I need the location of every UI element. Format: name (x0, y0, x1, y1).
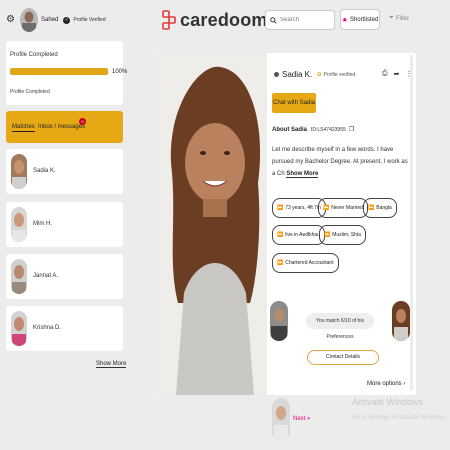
print-icon[interactable]: ⎙ (382, 70, 388, 78)
profile-completion-card: Profile Completed 100% Profile Completed (6, 41, 127, 105)
progress-bar (10, 68, 108, 75)
search-box[interactable] (265, 10, 335, 30)
inbox-badge: 0 (79, 118, 86, 125)
tabs-bar: Matches Inbox / messages 0 (6, 111, 123, 143)
match-preferences: You match 6/10 of his Preferences (270, 301, 416, 343)
forward-icon: ⏩ (368, 205, 375, 211)
avatar (392, 301, 410, 341)
show-more-link[interactable]: Show More (96, 361, 127, 368)
profile-verified-label: Profile verified. (323, 71, 357, 78)
attribute-chip: ⏩ Never Married (318, 198, 368, 218)
activation-watermark-title: Activate Windows (352, 397, 424, 407)
more-options-button[interactable]: More options › (367, 381, 405, 387)
profile-completed-sublabel: Profile Completed (10, 89, 50, 95)
filter-icon: ⏷ (389, 15, 394, 21)
avatar (11, 259, 27, 294)
user-name: Sahed (41, 17, 59, 23)
list-item[interactable]: Jannat A. (6, 254, 123, 299)
tab-matches[interactable]: Matches (12, 124, 35, 132)
attribute-chip: ⏩ Muslim, Shia (319, 225, 366, 245)
share-icon[interactable]: ➦ (394, 70, 400, 78)
forward-icon: ⏩ (277, 232, 284, 238)
profile-photo[interactable] (158, 53, 267, 395)
gear-icon[interactable]: ⚙ (6, 15, 16, 25)
verified-label: Profile Verified (73, 17, 106, 23)
double-chevron-right-icon: » (305, 416, 311, 422)
logo-icon (162, 10, 176, 30)
attribute-chip-label: 73 years, 4ft 7in (285, 205, 321, 211)
next-label: Next (293, 416, 306, 422)
star-icon: ★ (341, 16, 348, 24)
list-item-name: Mim H. (33, 221, 52, 227)
more-options-label: More options (367, 381, 402, 387)
progress-fill (10, 68, 108, 75)
sidebar: ⚙ Sahed ✓ Profile Verified Profile Compl… (0, 0, 130, 450)
search-input[interactable] (280, 17, 330, 23)
shortlisted-label: Shortlisted (349, 16, 379, 23)
chevron-right-icon: › (403, 381, 406, 387)
forward-icon: ⏩ (277, 260, 284, 266)
progress-percent: 100% (112, 69, 128, 75)
list-item-name: Jannat A. (33, 273, 59, 279)
profile-description: Let me describe myself in a few words. I… (272, 144, 410, 180)
brand-name: caredoom (180, 9, 268, 30)
brand-logo[interactable]: caredoom (162, 9, 268, 31)
profile-info: Sadia K. ✪ Profile verified. ⎙ ➦ ⋮ Chat … (267, 53, 416, 395)
tab-inbox[interactable]: Inbox / messages (38, 124, 85, 130)
match-summary: You match 6/10 of his Preferences (306, 313, 374, 340)
online-status-icon (274, 72, 279, 77)
shortlisted-button[interactable]: ★ Shortlisted (340, 9, 380, 30)
search-icon (270, 16, 277, 24)
profile-photo-image (158, 53, 267, 395)
forward-icon: ⏩ (277, 205, 284, 211)
list-item-name: Krishna D. (33, 325, 62, 331)
contact-details-button[interactable]: Contact Details (307, 350, 379, 365)
about-title: About Sadia (272, 126, 308, 133)
profile-name: Sadia K. (282, 70, 313, 79)
description-show-more[interactable]: Show More (286, 171, 319, 178)
verified-badge-icon: ✪ (317, 71, 322, 78)
filter-label: Filter (395, 15, 410, 22)
avatar (11, 207, 27, 242)
chat-button[interactable]: Chat with Sadia (272, 93, 316, 113)
profile-id: ID:LS47423955 (311, 126, 346, 133)
verified-icon: ✓ (63, 16, 71, 24)
attribute-chip-label: Never Married (331, 205, 363, 211)
profile-name-row: Sadia K. ✪ Profile verified. (274, 70, 357, 79)
attribute-chip: ⏩ live in Aedlkhau (272, 225, 325, 245)
list-item[interactable]: Krishna D. (6, 306, 123, 351)
attribute-chip: ⏩ Chartered Accountant (272, 253, 339, 273)
profile-actions: ⎙ ➦ ⋮ (382, 70, 412, 78)
next-profile[interactable]: Next » (272, 398, 310, 440)
avatar (11, 311, 27, 346)
about-header: About Sadia ID:LS47423955 ❐ (272, 126, 354, 134)
attribute-chip-label: Chartered Accountant (285, 260, 334, 266)
forward-icon: ⏩ (323, 205, 330, 211)
attribute-chip-label: Bangla (376, 205, 392, 211)
profile-verified: ✪ Profile verified. (317, 72, 356, 78)
avatar (270, 301, 288, 341)
profile-card: Sadia K. ✪ Profile verified. ⎙ ➦ ⋮ Chat … (158, 53, 416, 395)
current-user: ⚙ Sahed ✓ Profile Verified (6, 6, 126, 34)
attribute-chip-label: live in Aedlkhau (285, 232, 320, 238)
activation-watermark-subtitle: Go to Settings to activate Windows. (352, 415, 447, 421)
filter-button[interactable]: ⏷ Filter (389, 15, 409, 22)
attribute-chip-label: Muslim, Shia (332, 232, 361, 238)
list-item[interactable]: Sadia K. (6, 149, 123, 194)
list-item-name: Sadia K. (33, 168, 56, 174)
forward-icon: ⏩ (324, 232, 331, 238)
attribute-chip: ⏩ Bangla (363, 198, 397, 218)
avatar (11, 154, 27, 189)
profile-completed-label: Profile Completed (10, 52, 58, 58)
scrollbar[interactable] (410, 55, 413, 390)
list-item[interactable]: Mim H. (6, 202, 123, 247)
avatar[interactable] (20, 8, 38, 32)
copy-icon[interactable]: ❐ (349, 126, 354, 133)
avatar (272, 398, 290, 440)
